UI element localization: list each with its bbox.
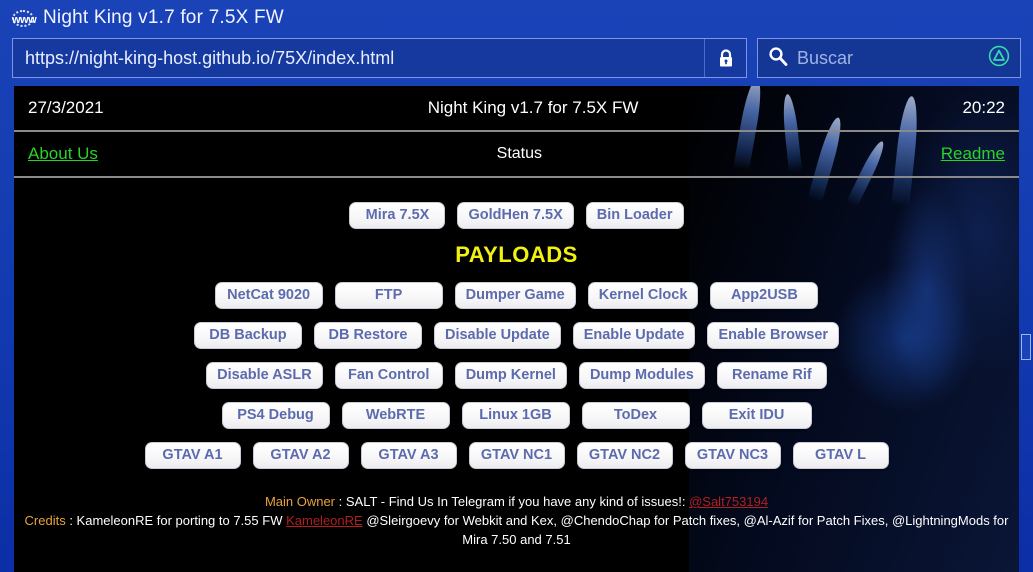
about-us-link[interactable]: About Us [28,144,98,164]
payload-button[interactable]: Disable ASLR [206,362,323,389]
gtav-button[interactable]: GTAV A3 [360,442,457,469]
ps-triangle-icon[interactable] [988,45,1010,72]
payload-button[interactable]: PS4 Debug [221,402,330,429]
payload-button[interactable]: WebRTE [341,402,450,429]
nav-bar: About Us Status Readme [14,132,1019,176]
payload-button[interactable]: Enable Update [572,322,696,349]
kameleonre-link[interactable]: KameleonRE [286,513,363,528]
footer-credits: Main Owner : SALT - Find Us In Telegram … [14,482,1019,549]
payload-button[interactable]: Linux 1GB [461,402,570,429]
payload-row-2: DB Backup DB Restore Disable Update Enab… [14,322,1019,349]
payload-panel: Mira 7.5X GoldHen 7.5X Bin Loader PAYLOA… [14,178,1019,469]
credits-label: Credits [24,513,66,528]
payload-button[interactable]: Fan Control [334,362,443,389]
status-label: Status [496,145,543,162]
date-label: 27/3/2021 [28,98,104,117]
padlock-icon[interactable] [704,39,746,77]
gtav-button[interactable]: GTAV A2 [252,442,349,469]
payload-button[interactable]: FTP [334,282,443,309]
page-viewport: 27/3/2021 Night King v1.7 for 7.5X FW 20… [14,86,1019,572]
gtav-button[interactable]: GTAV L [792,442,889,469]
info-bar: 27/3/2021 Night King v1.7 for 7.5X FW 20… [14,86,1019,130]
payload-button[interactable]: Dumper Game [454,282,576,309]
owner-line: Main Owner : SALT - Find Us In Telegram … [22,492,1011,511]
mira-button[interactable]: Mira 7.5X [349,202,446,229]
payload-button[interactable]: App2USB [710,282,819,309]
payload-row-3: Disable ASLR Fan Control Dump Kernel Dum… [14,362,1019,389]
payload-button[interactable]: Exit IDU [701,402,812,429]
payload-button[interactable]: DB Restore [313,322,422,349]
payload-button[interactable]: NetCat 9020 [214,282,323,309]
payload-button[interactable]: Kernel Clock [587,282,699,309]
loader-button-row: Mira 7.5X GoldHen 7.5X Bin Loader [14,202,1019,229]
credits-text-2: @Sleirgoevy for Webkit and Kex, @ChendoC… [362,513,1009,547]
url-input[interactable]: https://night-king-host.github.io/75X/in… [13,48,704,69]
owner-label: Main Owner [264,494,336,509]
search-input[interactable]: Buscar [797,48,979,69]
owner-text: : SALT - Find Us In Telegram if you have… [335,494,690,509]
payload-button[interactable]: Enable Browser [707,322,840,349]
gtav-button[interactable]: GTAV A1 [144,442,241,469]
address-row: https://night-king-host.github.io/75X/in… [0,36,1033,80]
payload-button[interactable]: Dump Kernel [454,362,567,389]
search-bar[interactable]: Buscar [757,38,1021,78]
gtav-button[interactable]: GTAV NC1 [468,442,565,469]
page-scrollbar[interactable] [1021,334,1031,360]
credits-text-1: : KameleonRE for porting to 7.55 FW [65,513,287,528]
payloads-heading: PAYLOADS [455,242,578,267]
binloader-button[interactable]: Bin Loader [585,202,684,229]
browser-window: www Night King v1.7 for 7.5X FW https://… [0,0,1033,572]
owner-telegram-link[interactable]: @Salt753194 [689,494,768,509]
payload-button[interactable]: DB Backup [193,322,302,349]
gtav-button[interactable]: GTAV NC3 [684,442,781,469]
gtav-button[interactable]: GTAV NC2 [576,442,673,469]
payload-button[interactable]: Disable Update [433,322,561,349]
payload-row-4: PS4 Debug WebRTE Linux 1GB ToDex Exit ID… [14,402,1019,429]
page-title: Night King v1.7 for 7.5X FW [427,98,639,117]
title-bar: www Night King v1.7 for 7.5X FW [0,0,1033,36]
clock-label: 20:22 [962,98,1005,117]
readme-link[interactable]: Readme [941,144,1005,164]
payload-button[interactable]: Rename Rif [716,362,827,389]
payload-button[interactable]: ToDex [581,402,690,429]
window-title: Night King v1.7 for 7.5X FW [43,7,284,28]
www-globe-icon: www [12,9,37,27]
credits-line: Credits : KameleonRE for porting to 7.55… [22,511,1011,549]
payload-row-1: NetCat 9020 FTP Dumper Game Kernel Clock… [14,282,1019,309]
address-bar[interactable]: https://night-king-host.github.io/75X/in… [12,38,747,78]
gtav-row: GTAV A1 GTAV A2 GTAV A3 GTAV NC1 GTAV NC… [14,442,1019,469]
goldhen-button[interactable]: GoldHen 7.5X [457,202,574,229]
payload-button[interactable]: Dump Modules [578,362,705,389]
search-icon [768,46,788,71]
